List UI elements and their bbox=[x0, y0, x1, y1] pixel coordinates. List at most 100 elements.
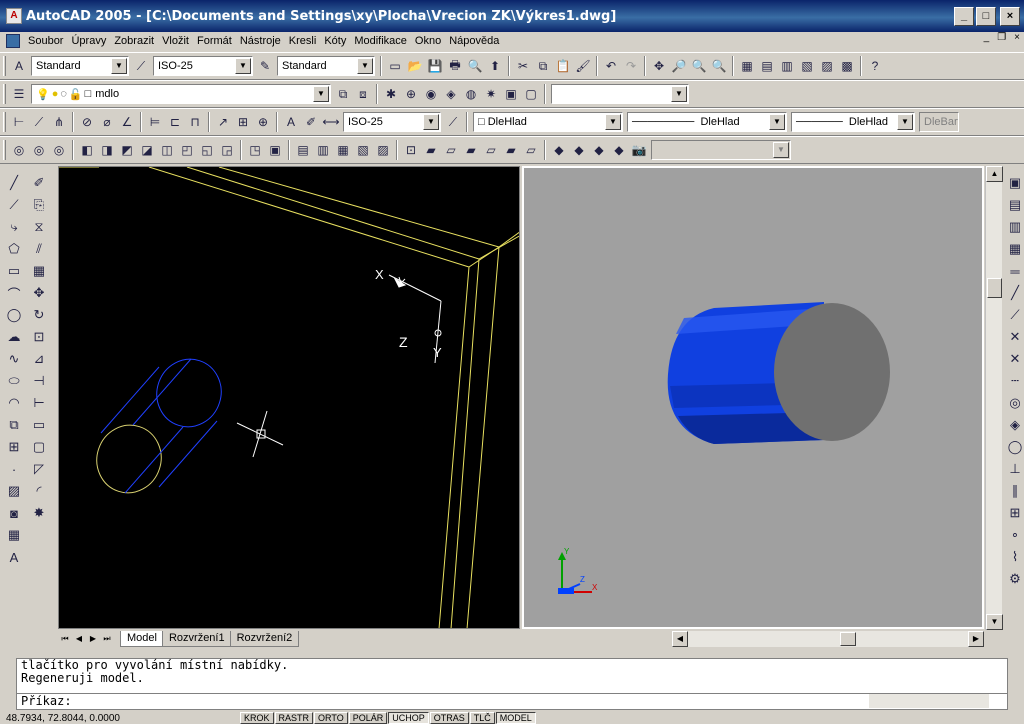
undo-icon[interactable]: ↶ bbox=[601, 56, 621, 76]
viewport-shaded[interactable]: Y X Z bbox=[522, 166, 984, 629]
baseline-dim-icon[interactable]: ⊏ bbox=[165, 112, 185, 132]
first-tab-button[interactable]: ⏮ bbox=[58, 632, 72, 646]
left-view-icon[interactable]: ▰ bbox=[461, 140, 481, 160]
render-icon[interactable]: ◈ bbox=[441, 84, 461, 104]
next-tab-button[interactable]: ▶ bbox=[86, 632, 100, 646]
nw-iso-icon[interactable]: ◆ bbox=[609, 140, 629, 160]
separate-icon[interactable]: ▦ bbox=[333, 140, 353, 160]
table-style-combo[interactable]: Standard ▼ bbox=[277, 56, 375, 76]
menu-vlozit[interactable]: Vložit bbox=[160, 35, 195, 47]
aligned-dim-icon[interactable]: ⟋ bbox=[29, 112, 49, 132]
zoom-realtime-icon[interactable]: 🔎 bbox=[669, 56, 689, 76]
make-object-layer-current-icon[interactable]: ⧉ bbox=[333, 84, 353, 104]
move-icon[interactable]: ✥ bbox=[28, 282, 50, 304]
calc-icon[interactable]: ▩ bbox=[837, 56, 857, 76]
dim-style-combo[interactable]: ISO-25 ▼ bbox=[153, 56, 253, 76]
chevron-down-icon[interactable]: ▼ bbox=[357, 58, 373, 74]
intersect-icon[interactable]: ◎ bbox=[49, 140, 69, 160]
osnap-midpoint-icon[interactable]: ⟋ bbox=[1004, 304, 1024, 326]
command-prompt[interactable]: Příkaz: bbox=[17, 693, 1007, 709]
osnap-extension-icon[interactable]: ┄ bbox=[1004, 370, 1024, 392]
front-view-icon[interactable]: ▰ bbox=[501, 140, 521, 160]
offset-icon[interactable]: ⫽ bbox=[28, 238, 50, 260]
construction-line-icon[interactable]: ⟋ bbox=[3, 194, 25, 216]
plot-preview-icon[interactable]: 🔍 bbox=[465, 56, 485, 76]
layer-combo[interactable]: 💡 ● ◌ 🔓 □ mdlo ▼ bbox=[31, 84, 331, 104]
zoom-window-icon[interactable]: 🔍 bbox=[689, 56, 709, 76]
sheet-set-icon[interactable]: ▧ bbox=[797, 56, 817, 76]
cut-icon[interactable]: ✂ bbox=[513, 56, 533, 76]
copy-faces-icon[interactable]: ◱ bbox=[197, 140, 217, 160]
trim-icon[interactable]: ⊣ bbox=[28, 370, 50, 392]
pan-icon[interactable]: ✥ bbox=[649, 56, 669, 76]
rotate-icon[interactable]: ↻ bbox=[28, 304, 50, 326]
sw-iso-icon[interactable]: ◆ bbox=[549, 140, 569, 160]
viewport-wireframe[interactable]: X Y Z bbox=[58, 166, 520, 629]
extrude-faces-icon[interactable]: ◧ bbox=[77, 140, 97, 160]
tool-palettes-icon[interactable]: ▥ bbox=[777, 56, 797, 76]
mdi-minimize-button[interactable]: _ bbox=[984, 32, 990, 43]
shell-icon[interactable]: ▧ bbox=[353, 140, 373, 160]
menu-upravy[interactable]: Úpravy bbox=[69, 35, 112, 47]
spline-icon[interactable]: ∿ bbox=[3, 348, 25, 370]
osnap-intersection-icon[interactable]: ✕ bbox=[1004, 326, 1024, 348]
text-style-combo[interactable]: Standard ▼ bbox=[31, 56, 129, 76]
chevron-down-icon[interactable]: ▼ bbox=[897, 114, 913, 130]
3d-orbit-icon[interactable]: ◉ bbox=[421, 84, 441, 104]
vertical-scrollbar[interactable]: ▲ ▼ bbox=[985, 166, 1003, 630]
stretch-icon[interactable]: ⊿ bbox=[28, 348, 50, 370]
diameter-dim-icon[interactable]: ⌀ bbox=[97, 112, 117, 132]
named-views-icon[interactable]: ✱ bbox=[381, 84, 401, 104]
line-icon[interactable]: ╱ bbox=[3, 172, 25, 194]
plot-icon[interactable]: 🖶 bbox=[445, 56, 465, 76]
rotate-faces-icon[interactable]: ◫ bbox=[157, 140, 177, 160]
make-block-icon[interactable]: ⊞ bbox=[3, 436, 25, 458]
osnap-tangent-icon[interactable]: ◯ bbox=[1004, 436, 1024, 458]
properties-icon[interactable]: ▦ bbox=[737, 56, 757, 76]
dim-edit-icon[interactable]: A bbox=[281, 112, 301, 132]
autocad-app-icon[interactable]: A bbox=[6, 8, 22, 24]
chevron-down-icon[interactable]: ▼ bbox=[423, 114, 439, 130]
copy-edges-icon[interactable]: ◳ bbox=[245, 140, 265, 160]
leader-icon[interactable]: ↗ bbox=[213, 112, 233, 132]
osnap-toggle[interactable]: UCHOP bbox=[388, 712, 429, 724]
menu-okno[interactable]: Okno bbox=[413, 35, 447, 47]
menu-zobrazit[interactable]: Zobrazit bbox=[112, 35, 160, 47]
view-combo[interactable]: ▼ bbox=[551, 84, 689, 104]
ellipse-icon[interactable]: ⬭ bbox=[3, 370, 25, 392]
chevron-down-icon[interactable]: ▼ bbox=[313, 86, 329, 102]
scale-icon[interactable]: ⊡ bbox=[28, 326, 50, 348]
extend-icon[interactable]: ⊢ bbox=[28, 392, 50, 414]
osnap-perpendicular-icon[interactable]: ⊥ bbox=[1004, 458, 1024, 480]
osnap-parallel-icon[interactable]: ∥ bbox=[1004, 480, 1024, 502]
osnap-apparent-icon[interactable]: ✕ bbox=[1004, 348, 1024, 370]
continue-dim-icon[interactable]: ⊓ bbox=[185, 112, 205, 132]
chamfer-icon[interactable]: ◸ bbox=[28, 458, 50, 480]
menu-napoveda[interactable]: Nápověda bbox=[447, 35, 505, 47]
copy-object-icon[interactable]: ⎘ bbox=[28, 194, 50, 216]
viewport-3-icon[interactable]: ▦ bbox=[1004, 238, 1024, 260]
landscape-icon[interactable]: ▢ bbox=[521, 84, 541, 104]
layout-icon[interactable]: ▣ bbox=[1004, 172, 1024, 194]
taper-faces-icon[interactable]: ◰ bbox=[177, 140, 197, 160]
minimize-button[interactable]: _ bbox=[954, 7, 974, 26]
design-center-icon[interactable]: ▤ bbox=[757, 56, 777, 76]
delete-faces-icon[interactable]: ◪ bbox=[137, 140, 157, 160]
break-icon[interactable]: ▢ bbox=[28, 436, 50, 458]
osnap-center-icon[interactable]: ◎ bbox=[1004, 392, 1024, 414]
table-style-icon[interactable]: ✎ bbox=[255, 56, 275, 76]
coordinate-readout[interactable]: 48.7934, 72.8044, 0.0000 bbox=[0, 713, 240, 724]
help-icon[interactable]: ? bbox=[865, 56, 885, 76]
lineweight-combo[interactable]: ────── DleHlad ▼ bbox=[791, 112, 915, 132]
hatch-icon[interactable]: ▨ bbox=[3, 480, 25, 502]
redo-icon[interactable]: ↷ bbox=[621, 56, 641, 76]
mdi-close-button[interactable]: × bbox=[1014, 32, 1020, 43]
chevron-down-icon[interactable]: ▼ bbox=[671, 86, 687, 102]
linear-dim-icon[interactable]: ⊢ bbox=[9, 112, 29, 132]
close-button[interactable]: × bbox=[1000, 7, 1020, 26]
grid-toggle[interactable]: RASTR bbox=[274, 712, 314, 724]
menu-koty[interactable]: Kóty bbox=[322, 35, 352, 47]
quick-dim-icon[interactable]: ⊨ bbox=[145, 112, 165, 132]
revision-cloud-icon[interactable]: ☁ bbox=[3, 326, 25, 348]
polyline-icon[interactable]: ⤷ bbox=[3, 216, 25, 238]
